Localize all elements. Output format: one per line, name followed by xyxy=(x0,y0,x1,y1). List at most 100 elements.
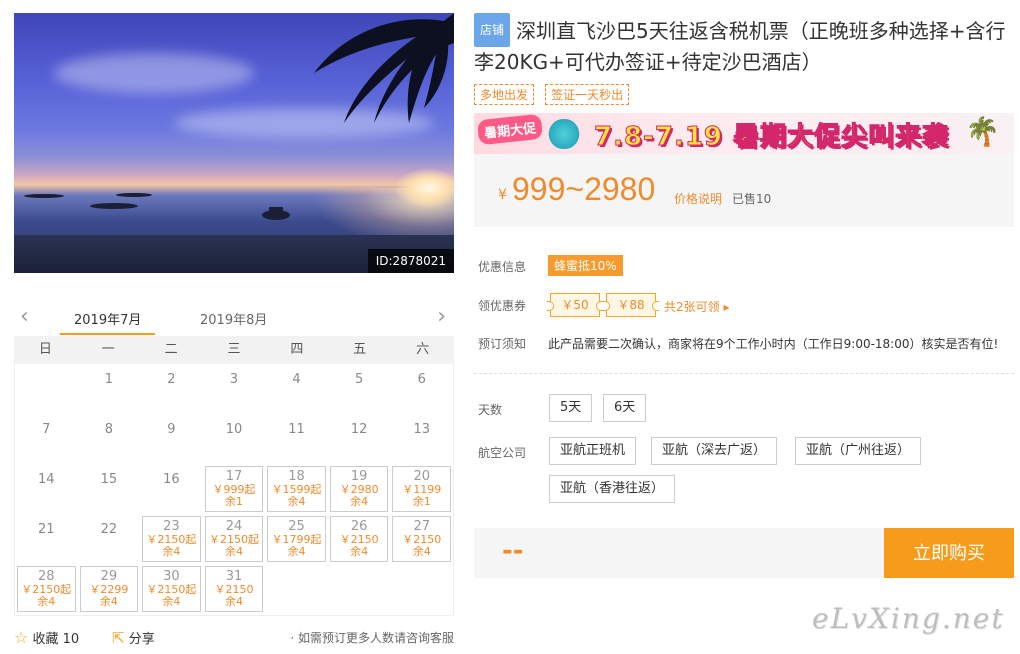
star-icon: ☆ xyxy=(14,628,29,647)
calendar-day-available[interactable]: 24 ￥2150起 余4 xyxy=(204,516,264,562)
coupon-label: 领优惠券 xyxy=(478,299,527,313)
day-remaining: 余1 xyxy=(412,495,431,508)
day-number: 24 xyxy=(225,519,243,534)
day-number: 9 xyxy=(167,422,176,437)
calendar-day-available[interactable]: 18 ￥1599起 余4 xyxy=(267,466,326,512)
day-number: 11 xyxy=(288,422,305,437)
day-remaining: 余1 xyxy=(224,495,243,508)
product-title: 店铺 深圳直飞沙巴5天往返含税机票（正晚班多种选择+含行李20KG+可代办签证+待… xyxy=(474,13,1014,77)
chevron-right-icon[interactable]: › xyxy=(437,304,446,329)
day-number: 1 xyxy=(104,372,113,387)
share-button[interactable]: ⇱ 分享 xyxy=(112,628,155,647)
calendar-day: 9 xyxy=(140,414,203,464)
calendar-day: 15 xyxy=(78,464,141,514)
promo-banner[interactable]: 暑期大促 7.8-7.19 暑期大促尖叫来袭 🌴 xyxy=(474,113,1014,154)
option-airasia-hongkong[interactable]: 亚航（香港往返） xyxy=(549,475,676,503)
product-image[interactable]: ID:2878021 xyxy=(14,13,454,273)
calendar-day-available[interactable]: 27 ￥2150 余4 xyxy=(392,516,451,562)
calendar-weekdays: 日一二三四五六 xyxy=(14,336,454,364)
calendar-day-available[interactable]: 29 ￥2299 余4 xyxy=(79,566,139,612)
price-explanation-link[interactable]: 价格说明 xyxy=(674,190,722,207)
tab-month-august[interactable]: 2019年8月 xyxy=(200,309,267,328)
day-remaining: 余4 xyxy=(287,545,306,558)
day-number: 13 xyxy=(413,422,430,437)
airline-label: 航空公司 xyxy=(478,446,527,460)
day-number: 29 xyxy=(100,569,118,584)
calendar-day: 16 xyxy=(140,464,203,514)
calendar-day-available[interactable]: 25 ￥1799起 余4 xyxy=(267,516,326,562)
day-number: 4 xyxy=(292,372,301,387)
calendar-grid: 1 2 3 4 5 6 7 8 9 10 11 12 13 14 15 16 17 ￥999起 余1 18 ￥1599起… xyxy=(14,364,454,616)
banner-label: 暑期大促 xyxy=(476,113,544,146)
day-remaining: 余4 xyxy=(350,545,369,558)
calendar-day-available[interactable]: 26 ￥2150 余4 xyxy=(329,516,389,562)
calendar-day: 5 xyxy=(328,364,391,414)
day-number: 21 xyxy=(38,522,55,537)
product-title-text: 深圳直飞沙巴5天往返含税机票（正晚班多种选择+含行李20KG+可代办签证+待定沙… xyxy=(474,19,1006,74)
favorite-button[interactable]: ☆ 收藏 10 xyxy=(14,628,79,647)
option-airasia-regular[interactable]: 亚航正班机 xyxy=(549,437,637,465)
calendar-day: 12 xyxy=(328,414,391,464)
day-remaining: 余4 xyxy=(350,495,369,508)
buy-bar: -- 立即购买 xyxy=(474,528,1014,578)
day-remaining: 余4 xyxy=(162,595,181,608)
day-number: 18 xyxy=(288,469,305,484)
calendar-day-available[interactable]: 20 ￥1199 余1 xyxy=(392,466,451,512)
day-number: 5 xyxy=(354,372,364,387)
option-airasia-sz-gz[interactable]: 亚航（深去广返） xyxy=(651,437,778,465)
calendar-day: 22 xyxy=(78,514,141,564)
discount-badge: 蜂蜜抵10% xyxy=(548,255,623,276)
chevron-left-icon[interactable]: ‹ xyxy=(20,304,29,329)
coupon-88[interactable]: ￥88 xyxy=(603,293,659,317)
calendar-day-available[interactable]: 28 ￥2150起 余4 xyxy=(17,566,76,612)
day-number: 31 xyxy=(225,569,243,584)
calendar-day-available[interactable]: 31 ￥2150 余4 xyxy=(204,566,264,612)
calendar-day: 4 xyxy=(265,364,328,414)
share-icon: ⇱ xyxy=(112,629,125,647)
day-number: 14 xyxy=(38,472,55,487)
banner-decoration xyxy=(544,119,584,149)
share-label: 分享 xyxy=(128,632,155,647)
calendar-day: 7 xyxy=(15,414,78,464)
product-title-block: 店铺 深圳直飞沙巴5天往返含税机票（正晚班多种选择+含行李20KG+可代办签证+待… xyxy=(474,13,1014,77)
calendar-day: 14 xyxy=(15,464,78,514)
buy-now-button[interactable]: 立即购买 xyxy=(884,528,1014,578)
calendar-day: 2 xyxy=(140,364,203,414)
day-number: 3 xyxy=(229,372,239,387)
weekday-label: 三 xyxy=(227,342,241,357)
option-airasia-guangzhou[interactable]: 亚航（广州往返） xyxy=(795,437,922,465)
days-label: 天数 xyxy=(478,403,503,417)
day-remaining: 余4 xyxy=(224,595,243,608)
weekday-label: 五 xyxy=(353,342,367,357)
tag-visa: 签证一天秒出 xyxy=(545,84,630,105)
banner-headline: 7.8-7.19 暑期大促尖叫来袭 xyxy=(593,122,950,153)
day-number: 19 xyxy=(350,469,368,484)
option-6-days[interactable]: 6天 xyxy=(603,394,647,422)
palm-icon: 🌴 xyxy=(965,115,1000,148)
calendar-day-available[interactable]: 17 ￥999起 余1 xyxy=(204,466,264,512)
weekday-label: 二 xyxy=(164,342,178,357)
day-number: 7 xyxy=(42,422,51,437)
calendar-day: 21 xyxy=(15,514,78,564)
option-5-days[interactable]: 5天 xyxy=(549,394,593,422)
calendar-header: ‹ 2019年7月 2019年8月 › xyxy=(14,300,454,336)
calendar-day: 6 xyxy=(390,364,453,414)
day-remaining: 余4 xyxy=(287,495,306,508)
favorite-label: 收藏 10 xyxy=(32,632,80,647)
day-number: 12 xyxy=(350,422,368,437)
day-number: 26 xyxy=(350,519,368,534)
price-box: ¥ 999~2980 价格说明 已售10 xyxy=(474,154,1014,227)
coupon-50[interactable]: ￥50 xyxy=(547,293,603,317)
tab-month-july[interactable]: 2019年7月 xyxy=(59,309,156,335)
calendar-day-available[interactable]: 19 ￥2980 余4 xyxy=(329,466,389,512)
shop-badge: 店铺 xyxy=(474,13,511,47)
weekday-label: 四 xyxy=(290,342,304,357)
calendar-day: 8 xyxy=(78,414,141,464)
calendar-day-available[interactable]: 30 ￥2150起 余4 xyxy=(142,566,201,612)
calendar-day-available[interactable]: 23 ￥2150起 余4 xyxy=(142,516,201,562)
day-number: 2 xyxy=(167,372,176,387)
calendar-day: 3 xyxy=(203,364,266,414)
calendar-day: 10 xyxy=(203,414,266,464)
palm-tree-icon xyxy=(24,13,454,220)
coupon-more-link[interactable]: 共2张可领 ▸ xyxy=(664,298,729,315)
